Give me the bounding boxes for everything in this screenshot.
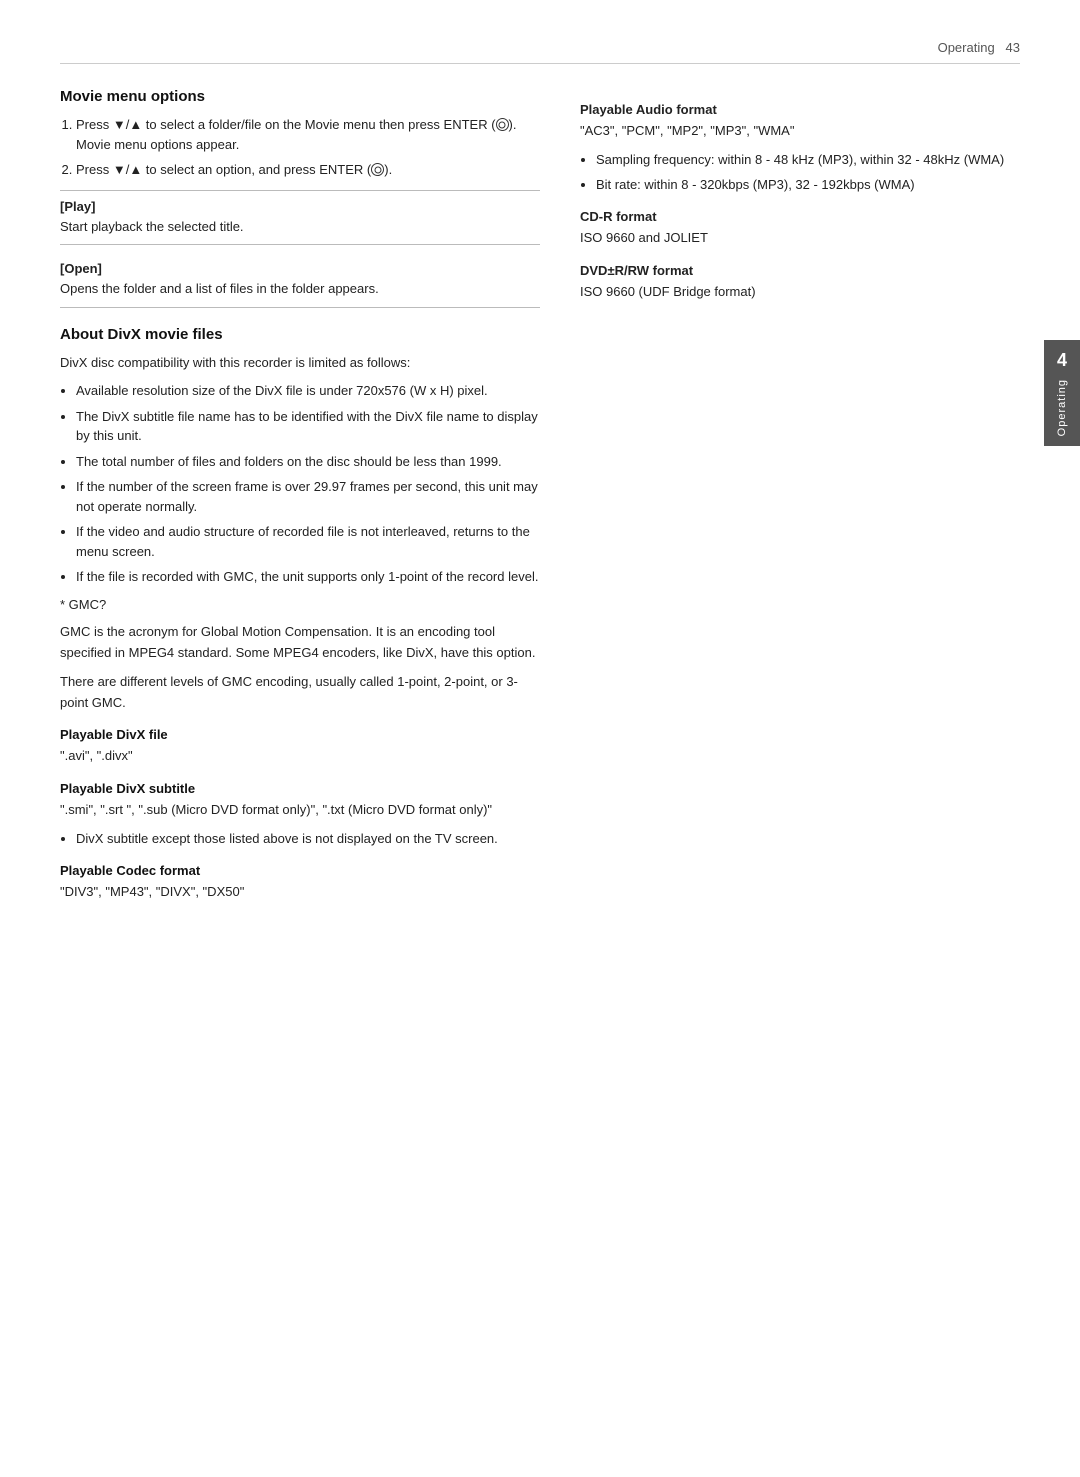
dvd-value: ISO 9660 (UDF Bridge format) <box>580 282 1020 303</box>
list-item: Press ▼/▲ to select an option, and press… <box>76 160 540 180</box>
cd-r-label: CD-R format <box>580 209 1020 224</box>
list-item: Sampling frequency: within 8 - 48 kHz (M… <box>596 150 1020 170</box>
list-item: The total number of files and folders on… <box>76 452 540 472</box>
side-tab-number: 4 <box>1057 350 1067 371</box>
open-label: [Open] <box>60 261 540 276</box>
play-section: [Play] Start playback the selected title… <box>60 190 540 246</box>
list-item: If the number of the screen frame is ove… <box>76 477 540 516</box>
list-item: Available resolution size of the DivX fi… <box>76 381 540 401</box>
page-header: Operating 43 <box>60 40 1020 64</box>
right-column: Playable Audio format "AC3", "PCM", "MP2… <box>580 88 1020 910</box>
playable-divx-subtitle-value: ".smi", ".srt ", ".sub (Micro DVD format… <box>60 800 540 821</box>
playable-divx-file-label: Playable DivX file <box>60 727 540 742</box>
side-tab-label: Operating <box>1056 379 1068 436</box>
play-label: [Play] <box>60 199 540 214</box>
gmc-desc1: GMC is the acronym for Global Motion Com… <box>60 622 540 664</box>
open-section: [Open] Opens the folder and a list of fi… <box>60 253 540 308</box>
list-item: DivX subtitle except those listed above … <box>76 829 540 849</box>
list-item: Press ▼/▲ to select a folder/file on the… <box>76 115 540 154</box>
play-desc: Start playback the selected title. <box>60 217 540 237</box>
gmc-note: * GMC? <box>60 595 540 615</box>
audio-bullets: Sampling frequency: within 8 - 48 kHz (M… <box>596 150 1020 195</box>
header-page-number: 43 <box>1006 40 1020 55</box>
movie-menu-steps: Press ▼/▲ to select a folder/file on the… <box>76 115 540 180</box>
enter-icon-1 <box>496 118 509 131</box>
playable-divx-subtitle-label: Playable DivX subtitle <box>60 781 540 796</box>
playable-codec-label: Playable Codec format <box>60 863 540 878</box>
movie-menu-section: Movie menu options Press ▼/▲ to select a… <box>60 88 540 308</box>
page-header-text: Operating 43 <box>938 40 1020 55</box>
divx-intro: DivX disc compatibility with this record… <box>60 353 540 374</box>
divx-title: About DivX movie files <box>60 326 540 343</box>
divx-section: About DivX movie files DivX disc compati… <box>60 326 540 903</box>
main-content: Movie menu options Press ▼/▲ to select a… <box>60 88 1020 910</box>
movie-menu-title: Movie menu options <box>60 88 540 105</box>
side-tab: 4 Operating <box>1044 340 1080 446</box>
cd-r-value: ISO 9660 and JOLIET <box>580 228 1020 249</box>
page-container: Operating 43 4 Operating Movie menu opti… <box>0 0 1080 1477</box>
playable-audio-label: Playable Audio format <box>580 102 1020 117</box>
enter-icon-2 <box>371 163 384 176</box>
gmc-desc2: There are different levels of GMC encodi… <box>60 672 540 714</box>
open-desc: Opens the folder and a list of files in … <box>60 279 540 299</box>
header-operating-label: Operating <box>938 40 995 55</box>
list-item: If the video and audio structure of reco… <box>76 522 540 561</box>
divx-subtitle-bullet: DivX subtitle except those listed above … <box>76 829 540 849</box>
list-item: The DivX subtitle file name has to be id… <box>76 407 540 446</box>
list-item: If the file is recorded with GMC, the un… <box>76 567 540 587</box>
playable-divx-file-value: ".avi", ".divx" <box>60 746 540 767</box>
divx-bullets: Available resolution size of the DivX fi… <box>76 381 540 587</box>
left-column: Movie menu options Press ▼/▲ to select a… <box>60 88 540 910</box>
playable-codec-value: "DIV3", "MP43", "DIVX", "DX50" <box>60 882 540 903</box>
step-1-text: Press ▼/▲ to select a folder/file on the… <box>76 117 516 152</box>
list-item: Bit rate: within 8 - 320kbps (MP3), 32 -… <box>596 175 1020 195</box>
dvd-label: DVD±R/RW format <box>580 263 1020 278</box>
playable-audio-value: "AC3", "PCM", "MP2", "MP3", "WMA" <box>580 121 1020 142</box>
step-2-text: Press ▼/▲ to select an option, and press… <box>76 162 392 177</box>
